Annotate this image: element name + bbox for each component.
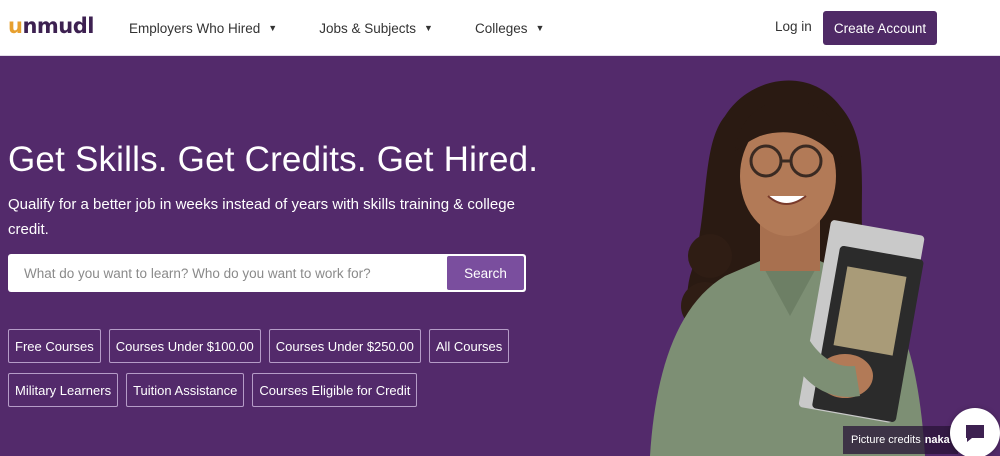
quick-filter-chips: Free Courses Courses Under $100.00 Cours…	[8, 329, 510, 417]
nav-label: Jobs & Subjects	[319, 20, 417, 36]
picture-credits-brand: naka	[924, 434, 950, 446]
chip-courses-under-100[interactable]: Courses Under $100.00	[108, 329, 261, 363]
hero-title: Get Skills. Get Credits. Get Hired.	[8, 140, 539, 179]
create-account-button[interactable]: Create Account	[823, 11, 937, 45]
nav-colleges[interactable]: Colleges ▼	[475, 21, 544, 36]
top-navbar: unmudl Employers Who Hired ▼ Jobs & Subj…	[0, 0, 1000, 56]
login-link[interactable]: Log in	[775, 19, 812, 34]
search-input[interactable]	[8, 254, 445, 292]
chat-widget-button[interactable]	[950, 408, 1000, 456]
chip-all-courses[interactable]: All Courses	[428, 329, 510, 363]
chip-military-learners[interactable]: Military Learners	[8, 373, 119, 407]
chip-courses-under-250[interactable]: Courses Under $250.00	[268, 329, 421, 363]
search-bar: Search	[8, 254, 526, 292]
chevron-down-icon: ▼	[268, 23, 278, 33]
chip-free-courses[interactable]: Free Courses	[8, 329, 101, 363]
search-button[interactable]: Search	[447, 256, 524, 290]
nav-label: Colleges	[474, 20, 528, 36]
nav-employers-who-hired[interactable]: Employers Who Hired ▼	[129, 21, 277, 36]
chip-tuition-assistance[interactable]: Tuition Assistance	[126, 373, 245, 407]
nav-jobs-subjects[interactable]: Jobs & Subjects ▼	[319, 21, 433, 36]
nav-label: Employers Who Hired	[129, 20, 261, 36]
logo-text: unmudl	[8, 14, 94, 38]
chevron-down-icon: ▼	[424, 23, 433, 33]
hero-section: Get Skills. Get Credits. Get Hired. Qual…	[0, 56, 1000, 456]
hero-person-image	[650, 80, 925, 456]
unmudl-logo[interactable]: unmudl	[8, 14, 94, 38]
chip-courses-eligible-credit[interactable]: Courses Eligible for Credit	[252, 373, 418, 407]
picture-credits: Picture credits naka	[843, 426, 958, 454]
main-nav: Employers Who Hired ▼ Jobs & Subjects ▼ …	[129, 0, 586, 56]
chip-row: Military Learners Tuition Assistance Cou…	[8, 373, 488, 407]
hero-subtitle: Qualify for a better job in weeks instea…	[8, 196, 515, 238]
chip-row: Free Courses Courses Under $100.00 Cours…	[8, 329, 510, 363]
picture-credits-label: Picture credits	[851, 434, 921, 446]
chevron-down-icon: ▼	[535, 23, 545, 33]
chat-icon	[966, 425, 984, 442]
